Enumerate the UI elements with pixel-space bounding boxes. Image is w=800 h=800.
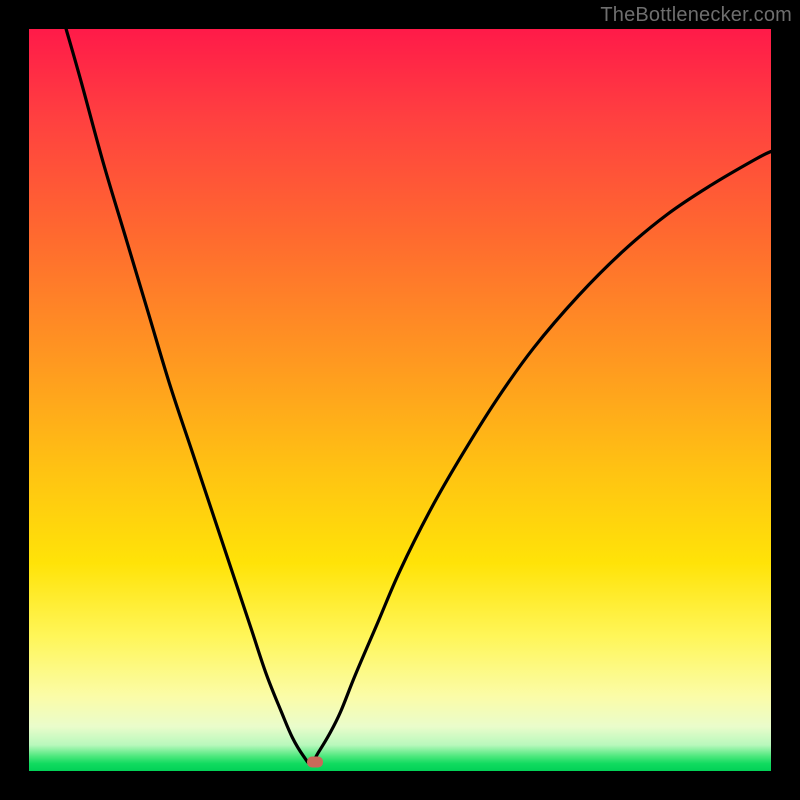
- plot-area: [29, 29, 771, 771]
- attribution-text: TheBottlenecker.com: [600, 4, 792, 27]
- curve-path: [66, 29, 771, 764]
- chart-frame: TheBottlenecker.com: [0, 0, 800, 800]
- optimal-point-marker: [307, 757, 323, 768]
- bottleneck-curve: [29, 29, 771, 771]
